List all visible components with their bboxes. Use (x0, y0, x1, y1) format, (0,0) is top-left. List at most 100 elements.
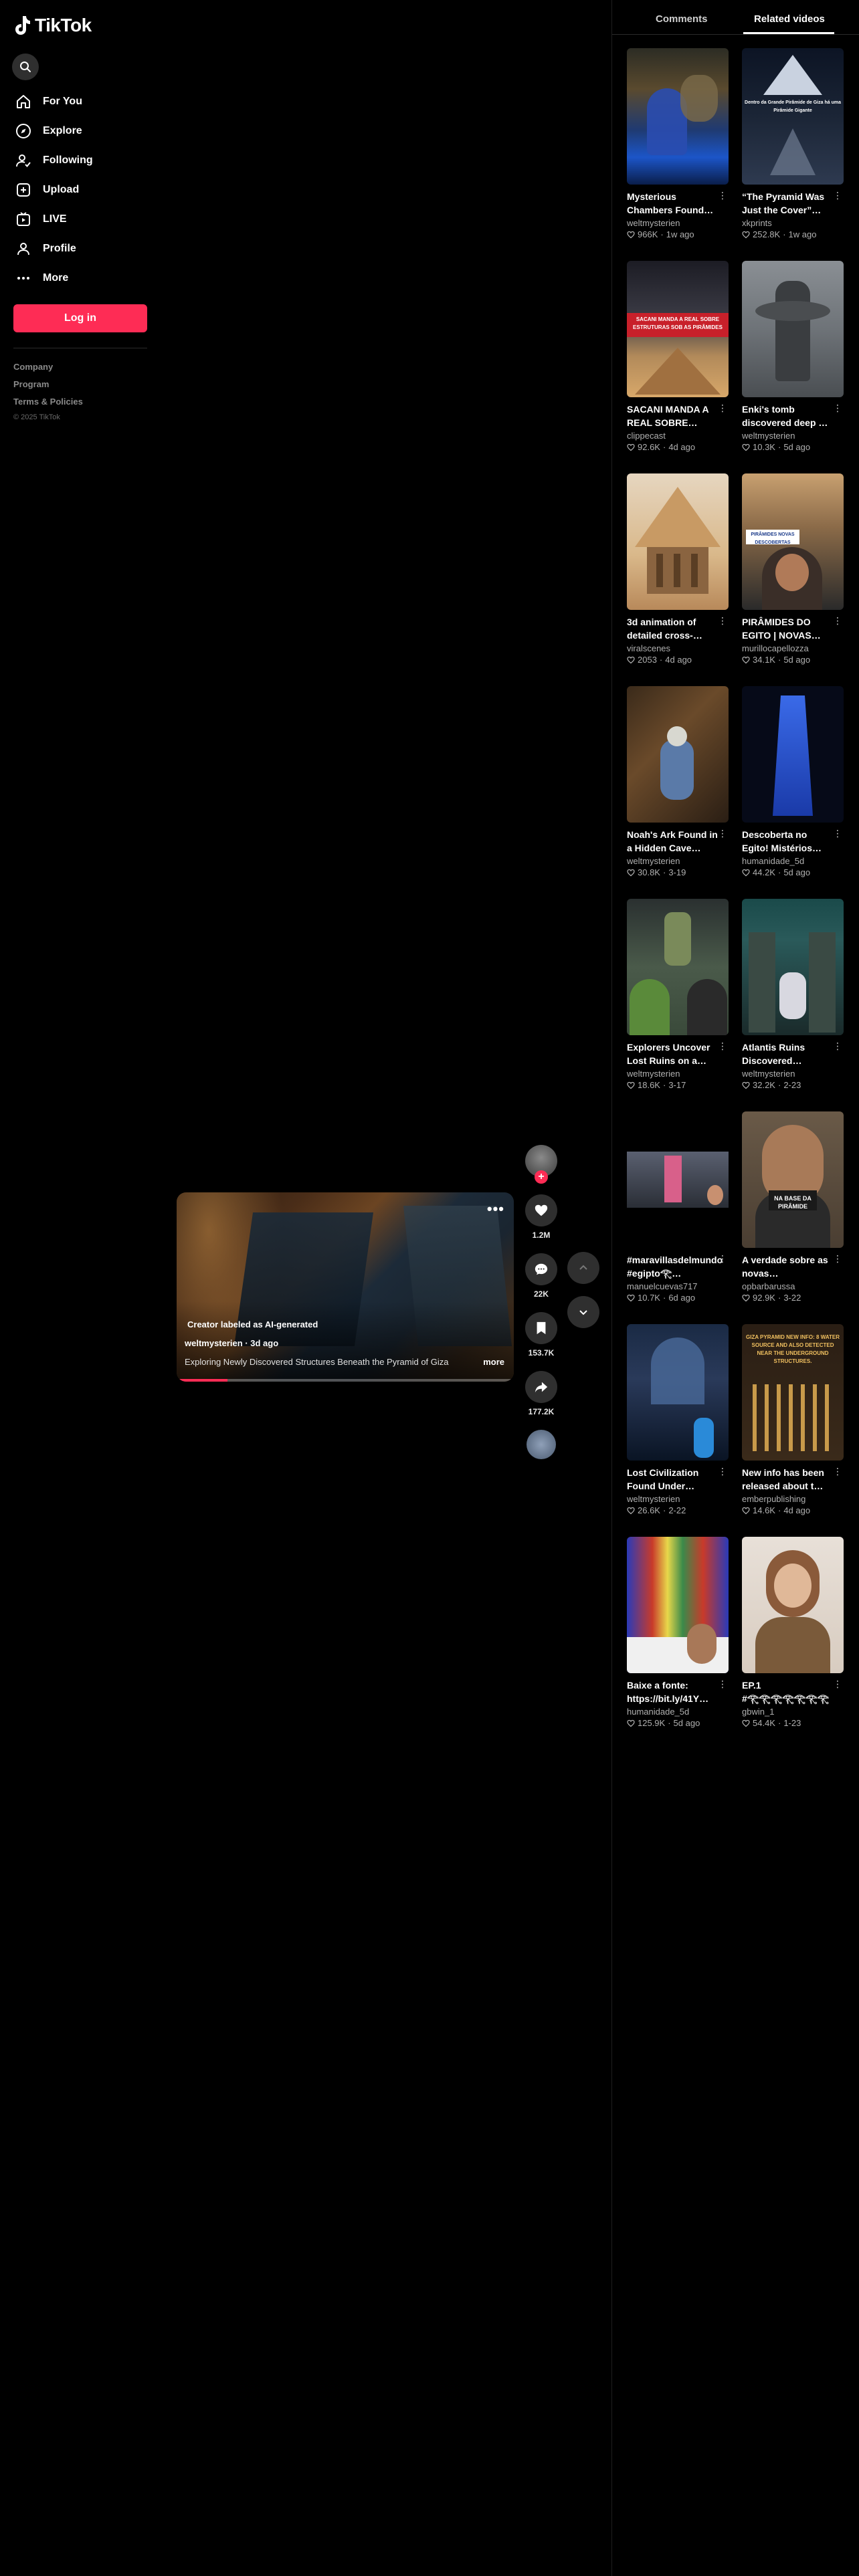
video-author[interactable]: xkprints (742, 218, 844, 228)
card-options-icon[interactable]: ⋮ (718, 1253, 727, 1265)
video-author[interactable]: weltmysterien (627, 1069, 729, 1079)
video-author[interactable]: weltmysterien (742, 1069, 844, 1079)
related-video-card[interactable]: GIZA PYRAMID NEW INFO: 8 WATER SOURCE AN… (742, 1324, 844, 1515)
tab-related-videos[interactable]: Related videos (754, 13, 825, 25)
related-video-card[interactable]: Atlantis Ruins Discovered… ⋮ weltmysteri… (742, 899, 844, 1090)
related-video-card[interactable]: 3d animation of detailed cross-… ⋮ viral… (627, 473, 729, 665)
related-video-card[interactable]: PIRÂMIDES NOVAS DESCOBERTAS PIRÂMIDES DO… (742, 473, 844, 665)
video-author[interactable]: murillocapellozza (742, 643, 844, 653)
login-button[interactable]: Log in (13, 304, 147, 332)
comment-action: 22K (522, 1253, 561, 1299)
tab-comments[interactable]: Comments (656, 13, 708, 25)
bookmark-icon (537, 1321, 546, 1335)
related-video-card[interactable]: Explorers Uncover Lost Ruins on a… ⋮ wel… (627, 899, 729, 1090)
card-options-icon[interactable]: ⋮ (833, 1041, 842, 1052)
share-button[interactable] (525, 1371, 557, 1403)
card-options-icon[interactable]: ⋮ (718, 403, 727, 414)
related-video-card[interactable]: SACANI MANDA A REAL SOBRE ESTRUTURAS SOB… (627, 261, 729, 452)
related-video-card[interactable]: Mysterious Chambers Found… ⋮ weltmysteri… (627, 48, 729, 239)
nav-label: More (43, 272, 69, 284)
follow-plus-icon[interactable]: + (535, 1170, 548, 1184)
previous-video-button[interactable] (567, 1252, 599, 1284)
footer-link-program[interactable]: Program (13, 376, 83, 393)
nav-for-you[interactable]: For You (12, 87, 153, 116)
related-video-card[interactable]: NA BASE DA PIRÂMIDE A verdade sobre as n… (742, 1111, 844, 1303)
video-author[interactable]: weltmysterien (627, 856, 729, 866)
related-video-card[interactable]: Lost Civilization Found Under… ⋮ weltmys… (627, 1324, 729, 1515)
video-author[interactable]: weltmysterien (742, 431, 844, 441)
nav-upload[interactable]: Upload (12, 175, 153, 205)
related-video-card[interactable]: Descoberta no Egito! Mistérios… ⋮ humani… (742, 686, 844, 877)
related-video-card[interactable]: EP.1 #𓂀𓂀𓂀𓂀𓂀𓂀𓂀 #𓂀𓂀𓂀𓂀𓂀𓂀𓂀 #… ⋮ gbwin_1 54.4… (742, 1537, 844, 1728)
sound-disc[interactable] (527, 1430, 556, 1459)
card-options-icon[interactable]: ⋮ (833, 615, 842, 627)
nav-live[interactable]: LIVE (12, 205, 153, 234)
card-options-icon[interactable]: ⋮ (718, 190, 727, 201)
video-title: Descoberta no Egito! Mistérios… (742, 829, 822, 853)
video-author[interactable]: clippecast (627, 431, 729, 441)
video-thumbnail (742, 686, 844, 823)
save-action: 153.7K (522, 1312, 561, 1358)
save-button[interactable] (525, 1312, 557, 1344)
heart-outline-icon (742, 1294, 750, 1301)
related-video-card[interactable]: Baixe a fonte: https://bit.ly/41Y… ⋮ hum… (627, 1537, 729, 1728)
card-options-icon[interactable]: ⋮ (833, 1679, 842, 1690)
heart-outline-icon (627, 1294, 635, 1301)
video-author[interactable]: gbwin_1 (742, 1707, 844, 1717)
card-options-icon[interactable]: ⋮ (718, 1041, 727, 1052)
card-options-icon[interactable]: ⋮ (833, 190, 842, 201)
card-options-icon[interactable]: ⋮ (833, 828, 842, 839)
description-more-button[interactable]: more (483, 1357, 504, 1367)
nav-profile[interactable]: Profile (12, 234, 153, 263)
related-video-card[interactable]: Noah's Ark Found in a Hidden Cave… ⋮ wel… (627, 686, 729, 877)
video-progress-bar[interactable] (177, 1379, 514, 1382)
video-author-line[interactable]: weltmysterien · 3d ago (185, 1338, 278, 1348)
card-options-icon[interactable]: ⋮ (718, 828, 727, 839)
card-options-icon[interactable]: ⋮ (718, 615, 727, 627)
video-author[interactable]: manuelcuevas717 (627, 1281, 729, 1291)
video-author[interactable]: humanidade_5d (742, 856, 844, 866)
nav-label: For You (43, 96, 82, 107)
video-author[interactable]: emberpublishing (742, 1494, 844, 1504)
card-options-icon[interactable]: ⋮ (833, 403, 842, 414)
card-options-icon[interactable]: ⋮ (718, 1466, 727, 1477)
comment-button[interactable] (525, 1253, 557, 1285)
search-button[interactable] (12, 53, 39, 80)
nav-explore[interactable]: Explore (12, 116, 153, 146)
creator-avatar[interactable]: + (525, 1145, 557, 1184)
video-author[interactable]: viralscenes (627, 643, 729, 653)
video-author[interactable]: opbarbarussa (742, 1281, 844, 1291)
nav-more[interactable]: More (12, 263, 153, 293)
video-stats: 2053 · 4d ago (627, 655, 729, 665)
footer-link-terms[interactable]: Terms & Policies (13, 393, 83, 411)
stats-separator: · (777, 1718, 781, 1728)
like-button[interactable] (525, 1194, 557, 1226)
nav-following[interactable]: Following (12, 146, 153, 175)
related-video-card[interactable]: Enki's tomb discovered deep … ⋮ weltmyst… (742, 261, 844, 452)
like-count: 30.8K (638, 867, 660, 877)
video-author[interactable]: humanidade_5d (627, 1707, 729, 1717)
video-author[interactable]: weltmysterien (627, 218, 729, 228)
video-age: 3-22 (783, 1293, 801, 1303)
related-video-card[interactable]: #maravillasdelmundo #egipto𓂀… ⋮ manuelcu… (627, 1111, 729, 1303)
video-author[interactable]: weltmysterien (627, 1494, 729, 1504)
video-player[interactable]: ••• Creator labeled as AI-generated welt… (177, 1192, 514, 1382)
video-title: #maravillasdelmundo #egipto𓂀… (627, 1255, 723, 1279)
video-thumbnail (627, 473, 729, 610)
stats-separator: · (659, 655, 663, 665)
video-title: New info has been released about t… (742, 1467, 824, 1491)
footer-link-company[interactable]: Company (13, 358, 83, 376)
card-options-icon[interactable]: ⋮ (833, 1253, 842, 1265)
video-title: Noah's Ark Found in a Hidden Cave… (627, 829, 718, 853)
video-options-icon[interactable]: ••• (487, 1200, 504, 1218)
next-video-button[interactable] (567, 1296, 599, 1328)
video-stats: 92.9K · 3-22 (742, 1293, 844, 1303)
heart-outline-icon (627, 1719, 635, 1727)
video-author[interactable]: weltmysterien (185, 1338, 243, 1348)
like-count: 54.4K (753, 1718, 775, 1728)
related-video-card[interactable]: Dentro da Grande Pirâmide de Giza há uma… (742, 48, 844, 239)
tiktok-logo[interactable]: TikTok (13, 15, 92, 36)
video-stats: 54.4K · 1-23 (742, 1718, 844, 1728)
card-options-icon[interactable]: ⋮ (718, 1679, 727, 1690)
card-options-icon[interactable]: ⋮ (833, 1466, 842, 1477)
